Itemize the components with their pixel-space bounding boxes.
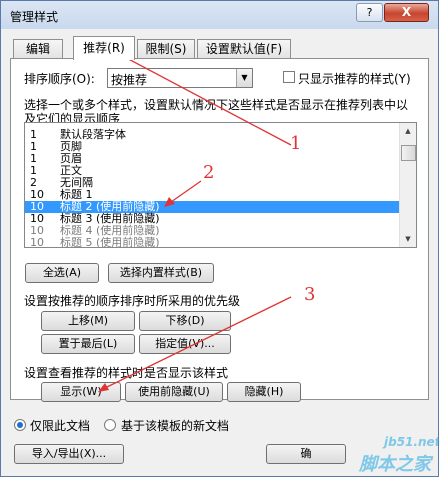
annotation-3-arrowhead (98, 383, 109, 392)
annotation-1-line (116, 52, 292, 146)
annotation-2-arrowhead (164, 197, 175, 207)
annotation-1-number: 1 (290, 133, 302, 154)
watermark-site: jb51.net (384, 435, 439, 449)
annotation-overlay (98, 50, 292, 392)
annotation-3-line (104, 296, 292, 389)
tab-recommend[interactable]: 推荐(R) (73, 36, 135, 60)
annotation-3-number: 3 (304, 284, 316, 305)
manage-styles-dialog: 管理样式 ? X 编辑 推荐(R) 限制(S) 设置默认值(F) 排序顺序(O)… (0, 0, 439, 477)
annotation-2-number: 2 (203, 162, 215, 183)
watermark-brand: 脚本之家 (359, 454, 431, 475)
annotation-2-line (170, 180, 202, 203)
